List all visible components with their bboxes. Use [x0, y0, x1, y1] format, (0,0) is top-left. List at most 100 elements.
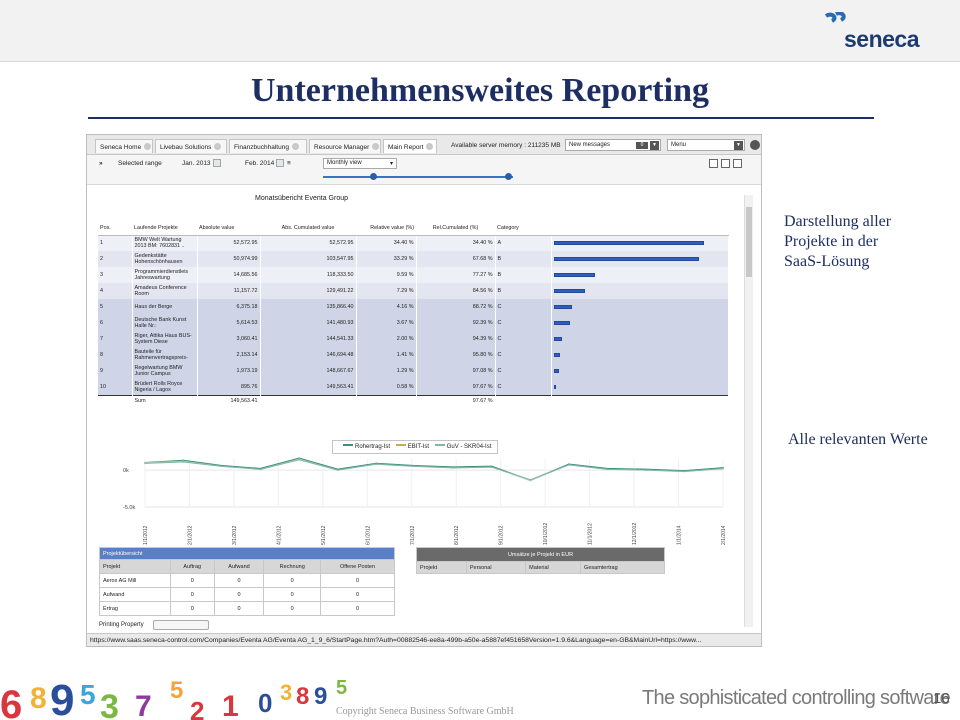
cell-share-bar [551, 267, 729, 283]
table-row[interactable]: 6 Deutsche Bank Kunst Halle Nr.: 5,614.53 1… [98, 315, 729, 331]
view-select-value: Monthly view [327, 160, 362, 166]
tab-resource-manager[interactable]: Resource Manager [309, 139, 381, 153]
col-pos[interactable]: Pos. [98, 221, 132, 236]
sum-cell [551, 394, 729, 407]
tab-finanzbuchhaltung[interactable]: Finanzbuchhaltung [229, 139, 307, 153]
decorative-numbers-graphic: 6 8 9 5 3 7 5 2 1 0 3 8 9 5 [0, 676, 347, 720]
legend-item[interactable]: Rohertrag-Ist [355, 444, 390, 450]
cell-share-bar [551, 379, 729, 395]
cell-share-bar [551, 251, 729, 267]
url-bar[interactable]: https://www.saas.seneca-control.com/Comp… [87, 633, 761, 646]
range-to[interactable]: Feb. 2014 [245, 160, 274, 167]
range-from[interactable]: Jan. 2013 [182, 160, 211, 167]
list-icon[interactable]: ≡ [287, 160, 291, 167]
table-row[interactable]: 2 Gedenkstätte Hohenschönhausen 50,974.99 1… [98, 251, 729, 267]
grid-header-row: Projekt Auftrag Aufwand Rechnung Offene … [99, 559, 396, 574]
table-row[interactable]: 1 BMW Welt Wartung 2013 BM: 7602831 .. 52,… [98, 235, 729, 251]
range-slider[interactable] [323, 176, 513, 178]
grid-col-header[interactable]: Offene Posten [319, 559, 396, 574]
cell-share-bar [551, 235, 729, 251]
table-row[interactable]: 4 Amadeus Conference Room 11,157.72 129,491… [98, 283, 729, 299]
grid-row[interactable]: Aerox AG Mill 0 0 0 0 [99, 573, 396, 588]
grid-col-header[interactable]: Aufwand [213, 559, 265, 574]
close-icon[interactable] [144, 143, 152, 150]
calendar-icon[interactable] [213, 159, 221, 167]
printing-property-button[interactable] [153, 620, 209, 630]
grid-col-header[interactable]: Rechnung [263, 559, 321, 574]
grid-col-header[interactable]: Personal [465, 561, 527, 574]
cell-project: Haus der Berge [132, 299, 198, 315]
data-point [336, 469, 339, 471]
sum-cell [98, 394, 133, 407]
slider-handle-end[interactable] [505, 173, 512, 180]
close-icon[interactable] [291, 143, 299, 150]
data-point [683, 470, 686, 473]
grid-row[interactable]: Aufwand 0 0 0 0 [99, 587, 396, 602]
cell-category: A [495, 235, 552, 251]
chevron-down-icon[interactable]: ▼ [734, 141, 743, 150]
table-row[interactable]: 10 Brüdert Rolls Royce Nigeria / Lagos 895… [98, 379, 729, 395]
col-abs-cumulated[interactable]: Abs. Cumulated value [260, 221, 356, 236]
col-absolute[interactable]: Absolute value [197, 221, 260, 236]
expand-icon[interactable]: » [99, 160, 103, 167]
x-tick-label: 6/1/2012 [365, 525, 371, 545]
report-title: Monatsübericht Eventa Group [255, 195, 348, 202]
legend-item[interactable]: GuV - SKR04-Ist [447, 444, 492, 450]
cell-relcum: 94.39 % [416, 331, 496, 347]
selected-range-label: Selected range [118, 160, 162, 167]
close-icon[interactable] [372, 143, 380, 150]
cell-rel: 9.59 % [356, 267, 417, 283]
cell-rel: 1.41 % [356, 347, 417, 363]
gear-icon[interactable] [750, 140, 760, 150]
cell-pos: 9 [98, 363, 133, 379]
grid-col-header[interactable]: Projekt [416, 561, 467, 574]
close-icon[interactable] [426, 143, 434, 150]
grid-col-header[interactable]: Material [525, 561, 582, 574]
col-projects[interactable]: Laufende Projekte [132, 221, 197, 236]
grid-col-header[interactable]: Auftrag [169, 559, 215, 574]
col-rel-cumulated[interactable]: Rel.Cumulated (%) [416, 221, 495, 236]
grid-row[interactable]: Ertrag 0 0 0 0 [99, 601, 396, 616]
messages-dropdown[interactable]: New messages 0 ▼ [565, 139, 661, 151]
table-row[interactable]: 7 Riger, Attika Haus BUS-System Diese 3,06… [98, 331, 729, 347]
table-row[interactable]: 8 Bauteile für Rahmenvertragspreis- 2,153.… [98, 347, 729, 363]
monitor-icon[interactable] [733, 159, 742, 168]
table-row[interactable]: 3 Programmierdienstleis Jahreswartung 14,6… [98, 267, 729, 283]
tab-seneca-home[interactable]: Seneca Home [95, 139, 153, 153]
table-row[interactable]: 5 Haus der Berge 6,375.18 135,866.40 4.16 % 8… [98, 299, 729, 315]
data-point [645, 469, 647, 471]
save-icon[interactable] [709, 159, 718, 168]
table-row[interactable]: 9 Regelwartung BMW Junior Campus 1,973.19 1… [98, 363, 729, 379]
cell-relcum: 88.72 % [416, 299, 496, 315]
grid-row-label: Ertrag [99, 601, 171, 616]
y-tick-label: 0k [123, 468, 129, 474]
share-bar [553, 273, 596, 277]
legend-item[interactable]: EBIT-Ist [408, 444, 429, 450]
scrollbar-thumb[interactable] [746, 207, 752, 277]
data-point [259, 468, 262, 471]
view-select[interactable]: Monthly view ▾ [323, 158, 397, 169]
menu-dropdown[interactable]: Menu ▼ [667, 139, 745, 151]
y-tick-label: -5.0k [123, 505, 135, 511]
messages-count: 0 [636, 142, 648, 149]
grid-col-header[interactable]: Gesamtertrag [580, 561, 665, 574]
cell-abs: 6,375.18 [197, 299, 261, 315]
vertical-scrollbar[interactable] [744, 195, 753, 627]
calendar-icon[interactable] [276, 159, 284, 167]
messages-label: New messages [569, 142, 611, 148]
slider-handle-start[interactable] [370, 173, 377, 180]
svg-text:8: 8 [30, 682, 47, 715]
grid-col-header[interactable]: Projekt [99, 559, 171, 574]
col-relative[interactable]: Relative value (%) [356, 221, 416, 236]
tab-livebau[interactable]: Livebau Solutions [155, 139, 227, 153]
col-category[interactable]: Category [495, 221, 551, 236]
legend-swatch [395, 444, 406, 446]
cell-cum: 52,572.95 [260, 235, 357, 251]
close-icon[interactable] [214, 143, 222, 150]
cell-category: C [495, 363, 552, 379]
cell-project: Regelwartung BMW Junior Campus [132, 363, 198, 379]
tab-main-report[interactable]: Main Report [383, 139, 437, 153]
chevron-down-icon[interactable]: ▼ [650, 141, 659, 150]
download-icon[interactable] [721, 159, 730, 168]
cell-category: C [495, 331, 552, 347]
